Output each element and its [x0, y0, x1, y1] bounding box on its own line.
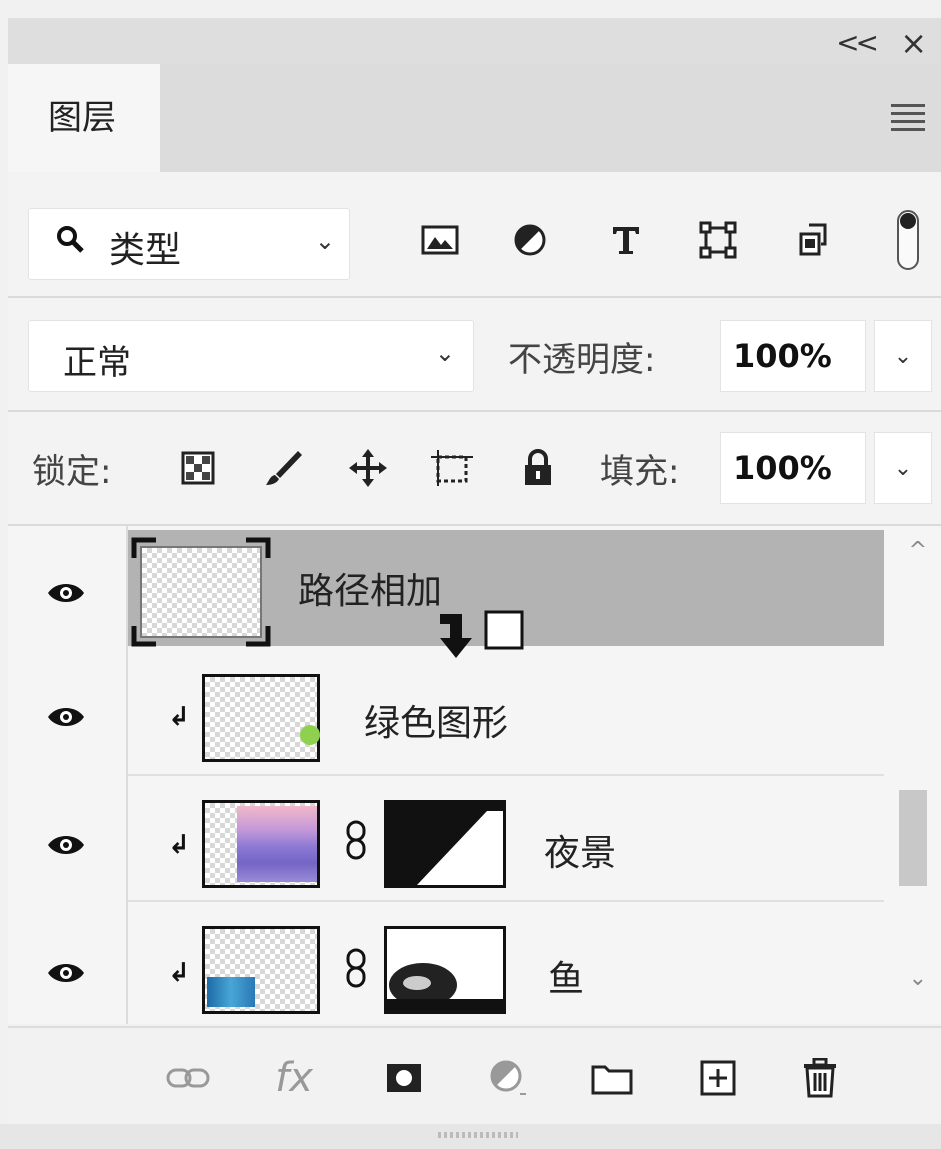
close-panel-button[interactable]: ×	[900, 24, 927, 62]
blend-row: 正常 ⌄ 不透明度: 100% ⌄	[8, 298, 941, 412]
layer-thumbnail	[202, 800, 320, 888]
collapse-panel-button[interactable]: <<	[836, 26, 879, 59]
scrollbar-thumb[interactable]	[899, 790, 927, 886]
fill-label: 填充:	[600, 452, 680, 492]
selection-frame-icon	[131, 537, 271, 647]
layer-row-green-shape[interactable]: ↲ 绿色图形	[8, 652, 884, 776]
lock-position-icon[interactable]	[346, 446, 390, 490]
add-mask-icon[interactable]	[382, 1056, 426, 1100]
lock-transparent-pixels-icon[interactable]	[176, 446, 220, 490]
tab-strip: 图层	[8, 64, 941, 172]
scroll-up-button[interactable]: ^	[909, 538, 927, 563]
search-icon	[55, 223, 85, 263]
link-layers-icon[interactable]	[166, 1056, 210, 1100]
lock-label: 锁定:	[32, 452, 112, 492]
layer-row-night-scene[interactable]: ↲ 夜景	[8, 778, 884, 902]
delete-icon[interactable]	[798, 1056, 842, 1100]
chevron-down-icon: ⌄	[434, 339, 455, 367]
panel-title-strip: << ×	[8, 18, 941, 64]
layers-panel: << × 图层 类型 ⌄ 正常 ⌄ 不透明度: 100% ⌄ 锁定: 填充: 1…	[0, 0, 941, 1149]
lock-row: 锁定: 填充: 100% ⌄	[8, 412, 941, 526]
eye-icon[interactable]	[46, 580, 86, 606]
lock-artboard-icon[interactable]	[430, 446, 474, 490]
resize-grip-icon[interactable]	[438, 1132, 518, 1138]
filter-type-label: 类型	[109, 230, 182, 271]
opacity-field[interactable]: 100%	[720, 320, 866, 392]
fill-value: 100%	[733, 449, 832, 487]
chevron-down-icon: ⌄	[314, 227, 335, 255]
scroll-down-button[interactable]: ⌄	[909, 966, 927, 991]
layer-name: 夜景	[544, 833, 617, 874]
tab-layers-label: 图层	[48, 98, 116, 138]
green-shape-preview	[300, 725, 320, 745]
lock-image-pixels-icon[interactable]	[262, 446, 306, 490]
new-adjustment-icon[interactable]	[486, 1056, 530, 1100]
layer-mask-thumbnail[interactable]	[384, 800, 506, 888]
fill-dropdown-button[interactable]: ⌄	[874, 432, 932, 504]
layer-name: 绿色图形	[364, 703, 509, 744]
layer-name: 路径相加	[298, 571, 443, 612]
opacity-dropdown-button[interactable]: ⌄	[874, 320, 932, 392]
new-layer-icon[interactable]	[696, 1056, 740, 1100]
filter-row: 类型 ⌄	[8, 172, 941, 298]
clip-arrow-icon: ↲	[168, 830, 190, 860]
eye-icon[interactable]	[46, 832, 86, 858]
layer-actions-bar: fx	[8, 1026, 941, 1126]
filter-toggle-switch[interactable]	[897, 210, 919, 270]
layer-thumbnail	[202, 926, 320, 1014]
type-filter-icon[interactable]	[606, 220, 646, 260]
smart-object-filter-icon[interactable]	[794, 220, 834, 260]
night-scene-image	[237, 806, 317, 882]
tab-layers[interactable]: 图层	[8, 64, 160, 172]
clip-arrow-icon: ↲	[168, 702, 190, 732]
layer-name: 鱼	[548, 959, 585, 1000]
mask-link-icon[interactable]	[344, 820, 368, 867]
layer-list: 路径相加 ↲ 绿色图形 ↲ 夜景 ↲ 鱼	[8, 526, 941, 1024]
image-filter-icon[interactable]	[420, 220, 460, 260]
adjustment-filter-icon[interactable]	[510, 220, 550, 260]
filter-type-select[interactable]: 类型 ⌄	[28, 208, 350, 280]
clip-arrow-icon: ↲	[168, 958, 190, 988]
layer-row-fish[interactable]: ↲ 鱼	[8, 904, 884, 1024]
opacity-label: 不透明度:	[508, 340, 656, 380]
fill-field[interactable]: 100%	[720, 432, 866, 504]
panel-menu-icon[interactable]	[891, 104, 925, 131]
fx-label: fx	[275, 1055, 313, 1101]
layer-row-path-add[interactable]: 路径相加	[8, 526, 884, 658]
layer-mask-thumbnail[interactable]	[384, 926, 506, 1014]
mask-link-icon[interactable]	[344, 948, 368, 995]
lock-all-icon[interactable]	[516, 446, 560, 490]
eye-icon[interactable]	[46, 960, 86, 986]
layer-thumbnail	[202, 674, 320, 762]
blend-mode-label: 正常	[63, 343, 131, 383]
eye-icon[interactable]	[46, 704, 86, 730]
new-group-icon[interactable]	[590, 1056, 634, 1100]
fish-image	[207, 977, 255, 1007]
opacity-value: 100%	[733, 337, 832, 375]
shape-filter-icon[interactable]	[698, 220, 738, 260]
fx-icon[interactable]: fx	[272, 1055, 316, 1101]
blend-mode-select[interactable]: 正常 ⌄	[28, 320, 474, 392]
